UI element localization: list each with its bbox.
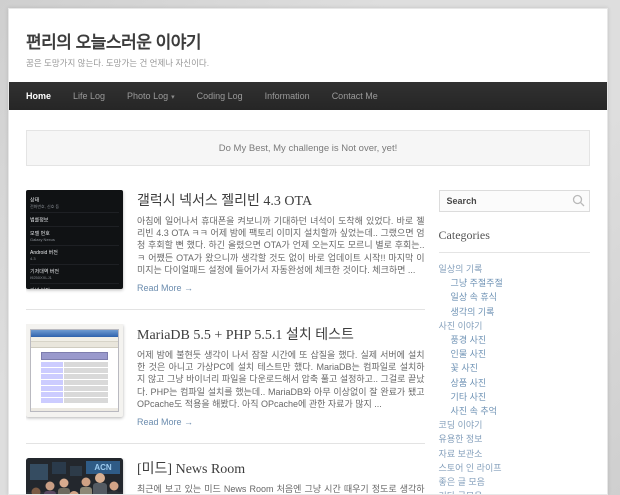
- post-body: 갤럭시 넥서스 젤리빈 4.3 OTA 아침에 일어나서 휴대폰을 켜보니까 기…: [137, 190, 425, 296]
- post-excerpt: 최근에 보고 있는 미드 News Room 처음엔 그냥 시간 때우기 정도로…: [137, 484, 425, 495]
- nav-item-life-log[interactable]: Life Log: [73, 91, 105, 101]
- category-link[interactable]: 그냥 주절주절: [439, 276, 590, 290]
- post-mariadb-php: MariaDB 5.5 + PHP 5.5.1 설치 테스트 어제 밤에 불현듯…: [26, 324, 425, 430]
- category-link[interactable]: 스토어 인 라이프: [439, 461, 590, 475]
- post-thumbnail-browser-screenshot[interactable]: [26, 324, 123, 418]
- phpinfo-row: [41, 380, 108, 386]
- category-link[interactable]: 코딩 이야기: [439, 418, 590, 432]
- content-area: 상태 전화번호, 신호 등 법률정보 모델 번호 Galaxy Nexus An…: [9, 166, 607, 495]
- category-link[interactable]: 인물 사진: [439, 347, 590, 361]
- android-settings-row: 법률정보: [30, 213, 119, 227]
- post-thumbnail-newsroom-photo[interactable]: ACN: [26, 458, 123, 494]
- sidebar: Categories 일상의 기록 그냥 주절주절 일상 속 휴식 생각의 기록…: [438, 190, 590, 494]
- category-link[interactable]: 좋은 글 모음: [439, 475, 590, 489]
- category-link[interactable]: 사진 이야기: [439, 319, 590, 333]
- android-row-value: Galaxy Nexus: [30, 237, 55, 243]
- nav-item-home[interactable]: Home: [26, 91, 51, 101]
- android-row-label: 기저대역 버전: [30, 269, 59, 275]
- post-news-room: ACN [미드] News Room 최근에 보고 있는 미드 News Roo…: [26, 458, 425, 495]
- nav-item-photo-log-label: Photo Log: [127, 91, 169, 101]
- post-body: MariaDB 5.5 + PHP 5.5.1 설치 테스트 어제 밤에 불현듯…: [137, 324, 425, 430]
- category-link[interactable]: 꽃 사진: [439, 361, 590, 375]
- android-settings-screen: 상태 전화번호, 신호 등 법률정보 모델 번호 Galaxy Nexus An…: [26, 190, 123, 289]
- category-link[interactable]: 자료 보관소: [439, 447, 590, 461]
- category-link[interactable]: 기타 사진: [439, 390, 590, 404]
- post-list: 상태 전화번호, 신호 등 법률정보 모델 번호 Galaxy Nexus An…: [26, 190, 425, 495]
- android-settings-row: 상태 전화번호, 신호 등: [30, 193, 119, 213]
- phpinfo-page: [31, 348, 118, 409]
- site-tagline: 꿈은 도망가지 않는다. 도망가는 건 언제나 자신이다.: [26, 58, 210, 68]
- phpinfo-row: [41, 398, 108, 404]
- android-row-value: 4.3: [30, 256, 36, 262]
- post-excerpt: 어제 밤에 불현듯 생각이 나서 잠잘 시간에 또 삽질을 했다. 실제 서버에…: [137, 350, 425, 409]
- search-icon: [572, 194, 585, 207]
- read-more-link[interactable]: Read More →: [137, 417, 193, 427]
- categories-heading: Categories: [438, 228, 590, 253]
- android-settings-row: 기저대역 버전 I9250XXLJ1: [30, 265, 119, 284]
- post-excerpt: 아침에 일어나서 휴대폰을 켜보니까 기대하던 녀석이 도착해 있었다. 바로 …: [137, 216, 425, 275]
- search-widget: [438, 190, 590, 212]
- phpinfo-row: [41, 386, 108, 392]
- category-link[interactable]: 유용한 정보: [439, 432, 590, 446]
- android-settings-row: 커널 버전: [30, 284, 119, 289]
- newsroom-cast-illustration: ACN: [26, 458, 123, 494]
- android-row-label: Android 버전: [30, 250, 58, 256]
- search-input[interactable]: [438, 190, 590, 212]
- nav-item-photo-log[interactable]: Photo Log ▾: [127, 91, 175, 101]
- nav-item-information[interactable]: Information: [265, 91, 310, 101]
- post-separator: [26, 309, 425, 311]
- category-link[interactable]: 기타 글모음: [439, 489, 590, 494]
- category-link[interactable]: 생각의 기록: [439, 305, 590, 319]
- category-link[interactable]: 일상 속 휴식: [439, 290, 590, 304]
- android-row-value: I9250XXLJ1: [30, 275, 52, 281]
- android-row-label: 커널 버전: [30, 286, 119, 289]
- phpinfo-row: [41, 392, 108, 398]
- post-title[interactable]: [미드] News Room: [137, 458, 425, 478]
- post-thumbnail-android-settings[interactable]: 상태 전화번호, 신호 등 법률정보 모델 번호 Galaxy Nexus An…: [26, 190, 123, 289]
- android-settings-row: 모델 번호 Galaxy Nexus: [30, 227, 119, 246]
- android-row-label: 상태: [30, 197, 40, 204]
- category-link[interactable]: 풍경 사진: [439, 333, 590, 347]
- phpinfo-row: [41, 368, 108, 374]
- android-row-label: 법률정보: [30, 217, 49, 224]
- motto-text: Do My Best, My challenge is Not over, ye…: [218, 142, 398, 154]
- read-more-link[interactable]: Read More →: [137, 283, 193, 293]
- phpinfo-row: [41, 374, 108, 380]
- phpinfo-row: [41, 362, 108, 368]
- nav-item-coding-log[interactable]: Coding Log: [197, 91, 243, 101]
- phpinfo-header-table: [41, 352, 108, 361]
- browser-titlebar: [31, 330, 118, 338]
- post-separator: [26, 443, 425, 445]
- main-nav: Home Life Log Photo Log ▾ Coding Log Info…: [9, 82, 607, 110]
- site-title[interactable]: 편리의 오늘스러운 이야기: [26, 28, 590, 53]
- post-body: [미드] News Room 최근에 보고 있는 미드 News Room 처음…: [137, 458, 425, 495]
- category-link[interactable]: 일상의 기록: [439, 262, 590, 276]
- post-galaxy-nexus: 상태 전화번호, 신호 등 법률정보 모델 번호 Galaxy Nexus An…: [26, 190, 425, 296]
- android-row-label: 모델 번호: [30, 231, 50, 237]
- browser-window: [30, 329, 119, 413]
- acn-screen-label: ACN: [94, 463, 112, 472]
- post-title[interactable]: 갤럭시 넥서스 젤리빈 4.3 OTA: [137, 190, 425, 210]
- motto-banner: Do My Best, My challenge is Not over, ye…: [26, 130, 590, 166]
- android-row-value: 전화번호, 신호 등: [30, 204, 60, 210]
- page-sheet: 편리의 오늘스러운 이야기 꿈은 도망가지 않는다. 도망가는 건 언제나 자신…: [8, 8, 608, 495]
- nav-item-contact-me[interactable]: Contact Me: [332, 91, 378, 101]
- chevron-down-icon: ▾: [171, 94, 175, 101]
- category-link[interactable]: 상품 사진: [439, 376, 590, 390]
- category-link[interactable]: 사진 속 추억: [439, 404, 590, 418]
- android-settings-row: Android 버전 4.3: [30, 246, 119, 265]
- site-header: 편리의 오늘스러운 이야기 꿈은 도망가지 않는다. 도망가는 건 언제나 자신…: [9, 9, 607, 69]
- post-title[interactable]: MariaDB 5.5 + PHP 5.5.1 설치 테스트: [137, 324, 425, 344]
- categories-list: 일상의 기록 그냥 주절주절 일상 속 휴식 생각의 기록 사진 이야기 풍경 …: [439, 262, 590, 494]
